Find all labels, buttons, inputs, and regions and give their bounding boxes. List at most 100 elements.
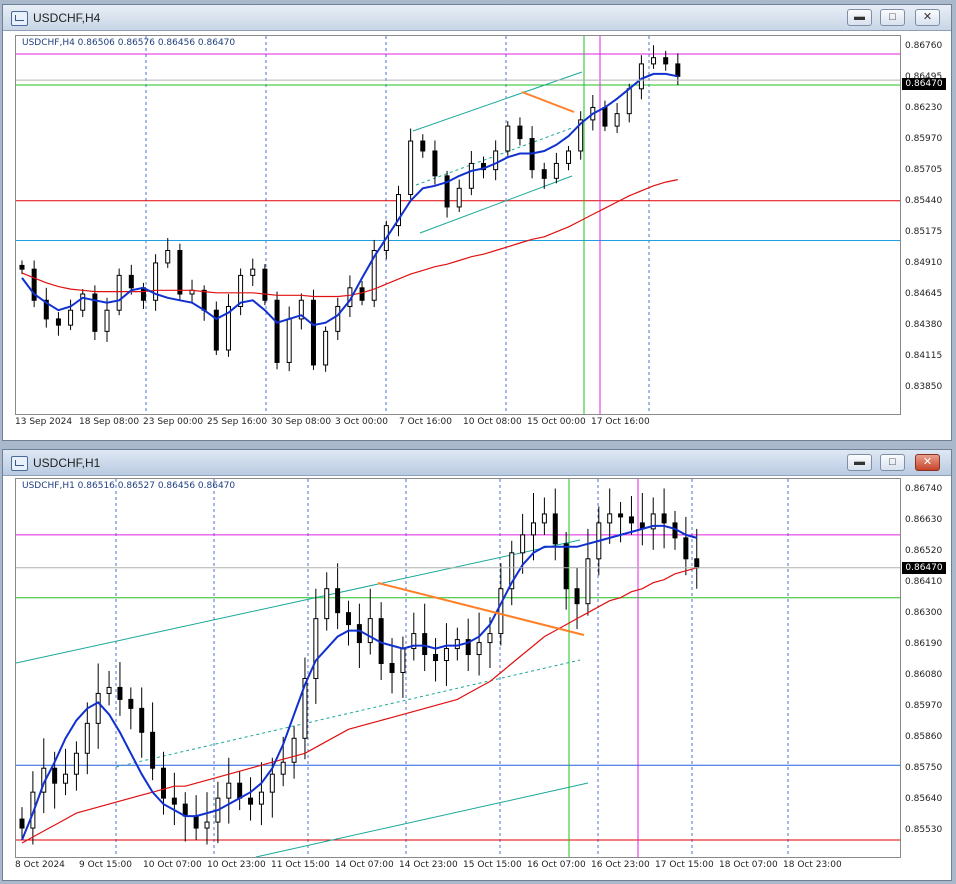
price-axis-label: 0.86740 — [905, 484, 943, 494]
channel-line — [16, 539, 581, 664]
candle-body — [313, 618, 319, 679]
candle-body — [80, 293, 86, 311]
time-axis-label: 23 Sep 00:00 — [143, 417, 204, 427]
candle-body — [19, 818, 25, 829]
channel-line — [419, 175, 573, 234]
candle-body — [454, 639, 460, 650]
maximize-button[interactable]: □ — [880, 454, 905, 471]
candle-body — [505, 125, 511, 152]
candle-body — [274, 299, 280, 363]
orange-trendline — [521, 91, 575, 113]
candle-body — [84, 722, 90, 754]
current-price-tag: 0.86470 — [902, 562, 946, 574]
time-axis-label: 16 Oct 23:00 — [591, 860, 650, 870]
time-axis-label: 18 Oct 23:00 — [783, 860, 842, 870]
price-axis-label: 0.86760 — [905, 41, 943, 51]
candle-body — [493, 150, 499, 171]
candle-body — [574, 588, 580, 605]
candle-body — [237, 782, 243, 799]
candle-body — [345, 612, 351, 626]
h1-chart-svg[interactable] — [16, 479, 900, 857]
window-titlebar[interactable]: USDCHF,H1 ▬ □ ✕ — [3, 450, 951, 476]
candle-body — [520, 534, 526, 554]
candle-body — [517, 125, 523, 140]
candle-body — [367, 618, 373, 644]
candle-body — [468, 162, 474, 189]
window-title: USDCHF,H4 — [33, 11, 101, 25]
time-axis-label: 17 Oct 15:00 — [655, 860, 714, 870]
maximize-button[interactable]: □ — [880, 9, 905, 26]
candle-body — [487, 633, 493, 644]
price-chart-area[interactable]: USDCHF,H1 0.86516 0.86527 0.86456 0.8647… — [15, 478, 901, 858]
price-axis-label: 0.84910 — [905, 258, 943, 268]
candle-body — [433, 654, 439, 662]
time-axis-label: 3 Oct 00:00 — [335, 417, 388, 427]
candle-body — [95, 692, 101, 724]
price-axis-label: 0.84380 — [905, 320, 943, 330]
candle-body — [52, 767, 58, 784]
channel-line — [115, 659, 581, 768]
candle-body — [498, 588, 504, 635]
candle-body — [324, 588, 330, 620]
candle-body — [55, 318, 61, 326]
candle-body — [443, 648, 449, 662]
candle-body — [456, 187, 462, 208]
candle-body — [213, 309, 219, 351]
candle-body — [104, 309, 110, 332]
time-axis-label: 10 Oct 07:00 — [143, 860, 202, 870]
minimize-button[interactable]: ▬ — [847, 454, 872, 471]
candle-body — [269, 773, 275, 793]
time-axis-label: 7 Oct 16:00 — [399, 417, 452, 427]
chart-window-h4[interactable]: USDCHF,H4 ▬ □ ✕ USDCHF,H4 0.86506 0.8657… — [2, 4, 952, 441]
symbol-header: USDCHF,H1 0.86516 0.86527 0.86456 0.8647… — [22, 481, 236, 491]
time-axis-label: 25 Sep 16:00 — [207, 417, 268, 427]
h4-chart-svg[interactable] — [16, 36, 900, 414]
window-titlebar[interactable]: USDCHF,H4 ▬ □ ✕ — [3, 5, 951, 31]
time-axis-label: 11 Oct 15:00 — [271, 860, 330, 870]
time-axis-label: 30 Sep 08:00 — [271, 417, 332, 427]
time-axis-label: 8 Oct 2024 — [15, 860, 65, 870]
candle-body — [422, 633, 428, 656]
price-chart-area[interactable]: USDCHF,H4 0.86506 0.86576 0.86456 0.8647… — [15, 35, 901, 415]
price-axis-label: 0.85640 — [905, 794, 943, 804]
candle-body — [165, 250, 171, 264]
candle-body — [193, 815, 199, 829]
chart-window-icon — [11, 456, 28, 471]
candle-body — [280, 761, 286, 775]
close-button[interactable]: ✕ — [915, 454, 940, 471]
minimize-button[interactable]: ▬ — [847, 9, 872, 26]
candle-body — [476, 642, 482, 656]
candle-body — [177, 250, 183, 295]
candle-body — [626, 88, 632, 115]
price-axis-label: 0.83850 — [905, 382, 943, 392]
candle-body — [432, 150, 438, 177]
candle-body — [663, 57, 669, 65]
candle-body — [19, 264, 25, 270]
candle-body — [258, 791, 264, 805]
candle-body — [128, 274, 134, 289]
time-axis-label: 16 Oct 07:00 — [527, 860, 586, 870]
time-axis-label: 13 Sep 2024 — [15, 417, 73, 427]
candle-body — [63, 773, 69, 784]
price-axis-label: 0.85705 — [905, 165, 943, 175]
fast-moving-average — [21, 524, 698, 841]
candle-body — [553, 162, 559, 179]
price-axis-label: 0.86630 — [905, 515, 943, 525]
channel-line — [412, 71, 583, 132]
candle-body — [73, 752, 79, 775]
candle-body — [106, 686, 112, 694]
candle-body — [226, 782, 232, 799]
candle-body — [201, 289, 207, 311]
candle-body — [618, 513, 624, 518]
orange-trendline — [377, 582, 585, 636]
candle-body — [310, 299, 316, 366]
close-button[interactable]: ✕ — [915, 9, 940, 26]
time-axis-label: 14 Oct 07:00 — [335, 860, 394, 870]
candle-body — [651, 57, 657, 65]
candle-body — [661, 513, 667, 524]
candle-body — [563, 543, 569, 590]
candle-body — [408, 140, 414, 196]
candle-body — [248, 797, 254, 805]
chart-window-h1[interactable]: USDCHF,H1 ▬ □ ✕ USDCHF,H1 0.86516 0.8652… — [2, 449, 952, 881]
time-axis-label: 10 Oct 23:00 — [207, 860, 266, 870]
